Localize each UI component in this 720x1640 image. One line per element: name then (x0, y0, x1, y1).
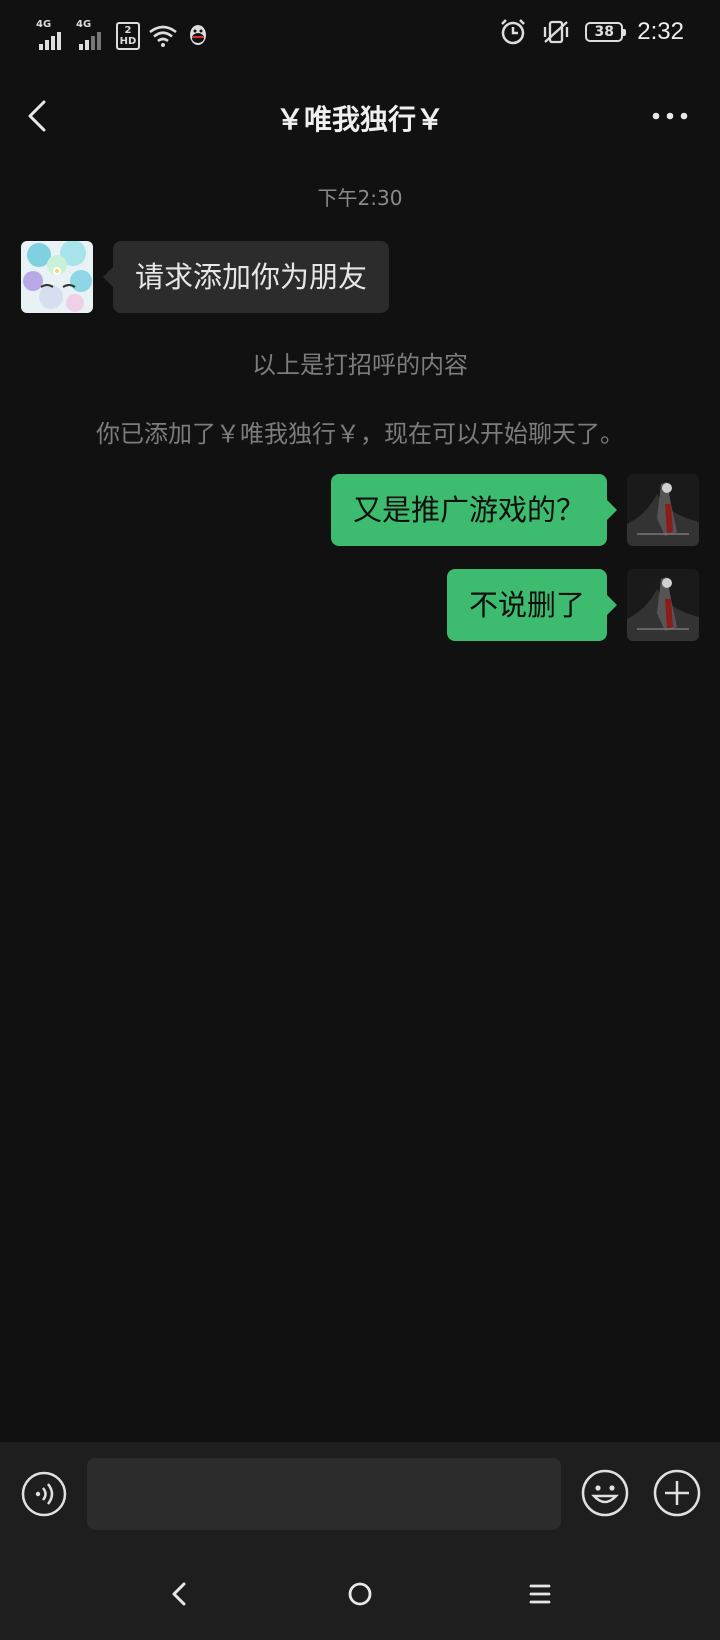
status-right: 38 2:32 (499, 18, 684, 46)
qq-icon (190, 25, 206, 45)
emoji-icon[interactable] (580, 1468, 630, 1518)
input-bar (0, 1442, 720, 1548)
hd-icon: 2 HD (116, 22, 140, 50)
chat-header: ￥唯我独行￥ (0, 72, 720, 160)
battery-level: 38 (594, 24, 615, 40)
incoming-message[interactable]: 请求添加你为朋友 (102, 241, 390, 313)
voice-icon[interactable] (20, 1470, 68, 1518)
plus-icon[interactable] (652, 1468, 702, 1518)
contact-avatar[interactable] (21, 241, 93, 313)
system-note: 以上是打招呼的内容 (252, 351, 468, 379)
more-dots-icon[interactable] (650, 100, 690, 132)
message-timestamp: 下午2:30 (317, 186, 403, 210)
network-type: 4G (76, 19, 92, 30)
system-note: 你已添加了￥唯我独行￥，现在可以开始聊天了。 (96, 420, 624, 448)
nav-recents-icon[interactable] (520, 1574, 560, 1614)
nav-home-icon[interactable] (340, 1574, 380, 1614)
nav-back-icon[interactable] (160, 1574, 200, 1614)
status-left: 4G 4G 2 HD (36, 20, 210, 52)
wifi-icon (149, 25, 177, 47)
status-time: 2:32 (637, 18, 684, 45)
my-avatar[interactable] (627, 474, 699, 546)
hd-label: HD (119, 36, 137, 47)
message-input[interactable] (87, 1458, 561, 1530)
my-avatar[interactable] (627, 569, 699, 641)
battery-icon: 38 (585, 22, 627, 42)
outgoing-message[interactable]: 不说删了 (446, 569, 618, 641)
alarm-icon (501, 19, 526, 45)
outgoing-message[interactable]: 又是推广游戏的？ (330, 474, 618, 546)
chat-title: ￥唯我独行￥ (275, 103, 444, 136)
signal-icon: 4G (36, 20, 68, 52)
network-type: 4G (36, 19, 52, 30)
hd-top-label: 2 (124, 25, 132, 36)
status-bar: 4G 4G 2 HD 38 2:32 (0, 0, 720, 72)
system-nav-bar (0, 1548, 720, 1640)
vibrate-off-icon (544, 20, 569, 44)
signal-icon: 4G (76, 20, 108, 52)
